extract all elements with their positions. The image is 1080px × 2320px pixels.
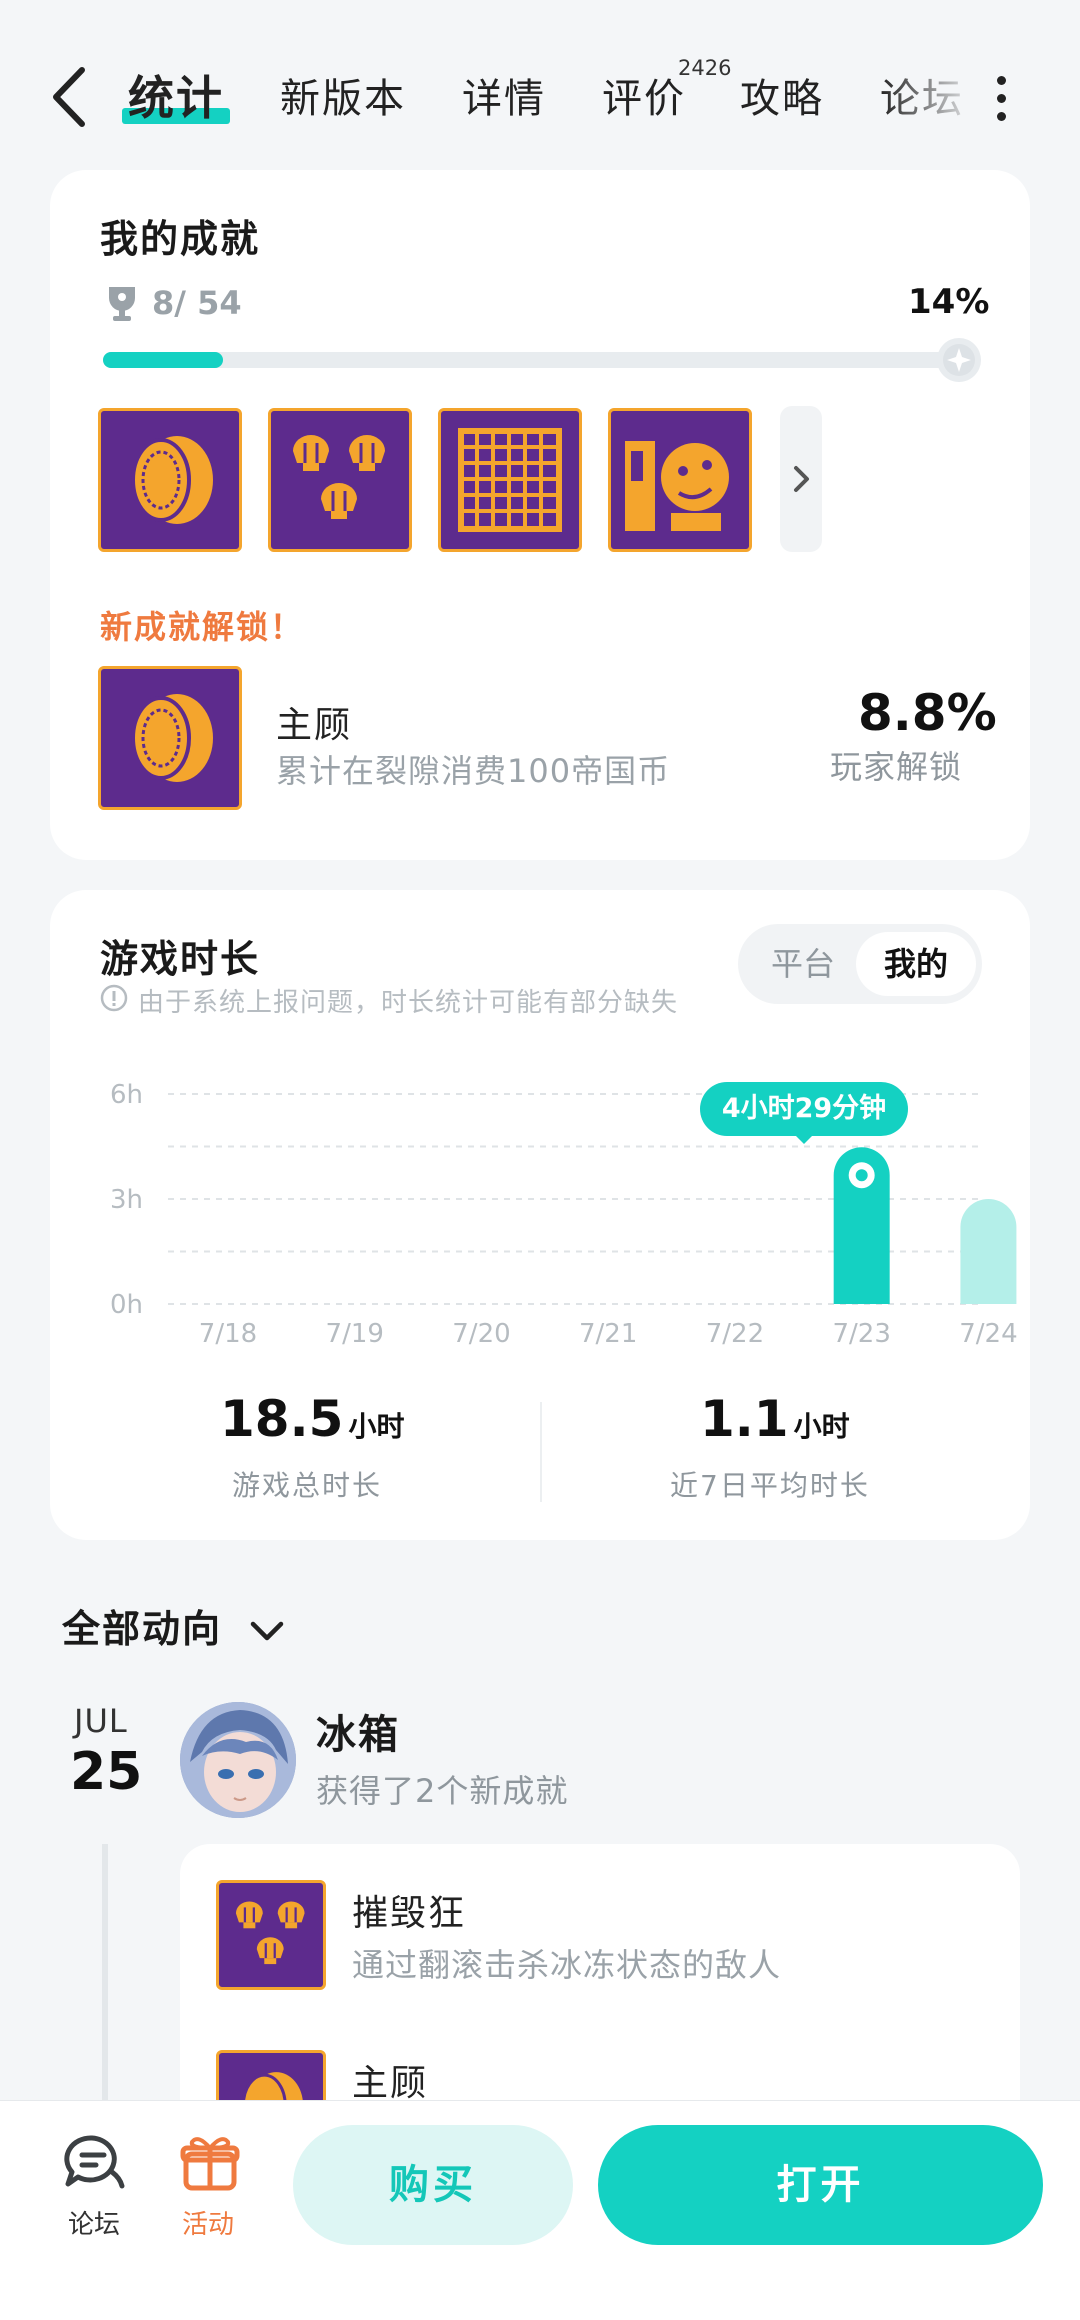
progress-end-star-icon (935, 336, 983, 384)
feed-action: 获得了2个新成就 (316, 1772, 569, 1810)
feed-achievement-icon-1 (216, 1880, 326, 1990)
unlocked-achievement-icon (98, 666, 242, 810)
y-tick-label: 3h (110, 1185, 143, 1215)
timeline-line (102, 1844, 108, 2104)
achievement-grid[interactable] (438, 408, 582, 552)
playtime-title: 游戏时长 (100, 937, 261, 981)
feed-achievement-name-1: 摧毁狂 (352, 1893, 467, 1934)
unlocked-achievement-name: 主顾 (276, 705, 353, 746)
tab-guides[interactable]: 攻略 (740, 66, 824, 124)
feed-day: 25 (70, 1742, 143, 1802)
feed-filter-label: 全部动向 (62, 1607, 223, 1651)
total-playtime-value: 18.5 (220, 1390, 344, 1448)
x-tick-label: 7/18 (199, 1319, 257, 1349)
info-icon (100, 984, 128, 1012)
achievement-count: 8/ 54 (152, 284, 242, 322)
top-nav: 统计 新版本 详情 评价 2426 攻略 论坛 (0, 0, 1080, 170)
stats-divider (540, 1402, 542, 1502)
tab-fade (880, 60, 980, 120)
feed-achievement-name-2: 主顾 (352, 2063, 429, 2104)
y-tick-label: 0h (110, 1290, 143, 1320)
achievement-progress-fill (103, 352, 223, 368)
feed-filter[interactable]: 全部动向 (62, 1598, 285, 1653)
trophy-icon (104, 284, 140, 324)
back-icon[interactable] (46, 62, 96, 132)
avg-playtime-value: 1.1 (700, 1390, 789, 1448)
achievements-title: 我的成就 (100, 217, 261, 261)
chevron-down-icon (251, 1621, 284, 1640)
segment-mine[interactable]: 我的 (856, 932, 976, 996)
avg-playtime: 1.1 小时 (700, 1390, 850, 1448)
forum-icon[interactable] (60, 2132, 128, 2192)
feed-month: JUL (74, 1702, 128, 1740)
segment-platform[interactable]: 平台 (748, 934, 858, 994)
total-playtime-unit: 小时 (348, 1410, 405, 1443)
x-tick-label: 7/19 (326, 1319, 384, 1349)
bar-tooltip: 4小时29分钟 (700, 1082, 908, 1136)
feed-username[interactable]: 冰箱 (316, 1702, 400, 1760)
achievement-progress-track (103, 352, 963, 368)
achievement-percent: 14% (908, 282, 990, 322)
tooltip-pointer (794, 1134, 814, 1144)
gift-icon[interactable] (180, 2132, 240, 2192)
playtime-notice: 由于系统上报问题，时长统计可能有部分缺失 (138, 988, 679, 1018)
x-tick-label: 7/23 (832, 1319, 890, 1349)
total-playtime-label: 游戏总时长 (232, 1469, 383, 1502)
x-tick-label: 7/22 (706, 1319, 764, 1349)
activity-label[interactable]: 活动 (182, 2204, 234, 2241)
feed-achievement-desc-1: 通过翻滚击杀冰冻状态的敌人 (352, 1946, 782, 1984)
unlocked-achievement-desc: 累计在裂隙消费100帝国币 (276, 752, 671, 790)
bar-7/24[interactable] (960, 1199, 1017, 1304)
open-button[interactable]: 打开 (598, 2125, 1043, 2245)
bar-selected-marker-dot (855, 1169, 868, 1182)
review-count-badge: 2426 (678, 56, 732, 80)
new-unlock-label: 新成就解锁！ (100, 608, 305, 646)
more-achievements-button[interactable] (780, 406, 822, 552)
x-tick-label: 7/21 (579, 1319, 637, 1349)
more-menu-icon[interactable] (997, 76, 1009, 122)
tab-stats[interactable]: 统计 (128, 62, 224, 128)
forum-label[interactable]: 论坛 (68, 2204, 120, 2241)
buy-button[interactable]: 购买 (293, 2125, 573, 2245)
tab-reviews[interactable]: 评价 (602, 66, 686, 124)
avg-playtime-unit: 小时 (793, 1410, 850, 1443)
x-tick-label: 7/20 (452, 1319, 510, 1349)
achievement-face[interactable] (608, 408, 752, 552)
y-tick-label: 6h (110, 1080, 143, 1110)
x-tick-label: 7/24 (959, 1319, 1017, 1349)
tab-new-version[interactable]: 新版本 (280, 66, 406, 124)
tab-details[interactable]: 详情 (462, 66, 546, 124)
avatar[interactable] (180, 1702, 296, 1818)
achievement-shells[interactable] (268, 408, 412, 552)
unlock-rate-label: 玩家解锁 (830, 748, 963, 786)
total-playtime: 18.5 小时 (220, 1390, 404, 1448)
unlock-rate: 8.8% (858, 684, 997, 742)
avg-playtime-label: 近7日平均时长 (670, 1469, 870, 1502)
achievement-coin[interactable] (98, 408, 242, 552)
